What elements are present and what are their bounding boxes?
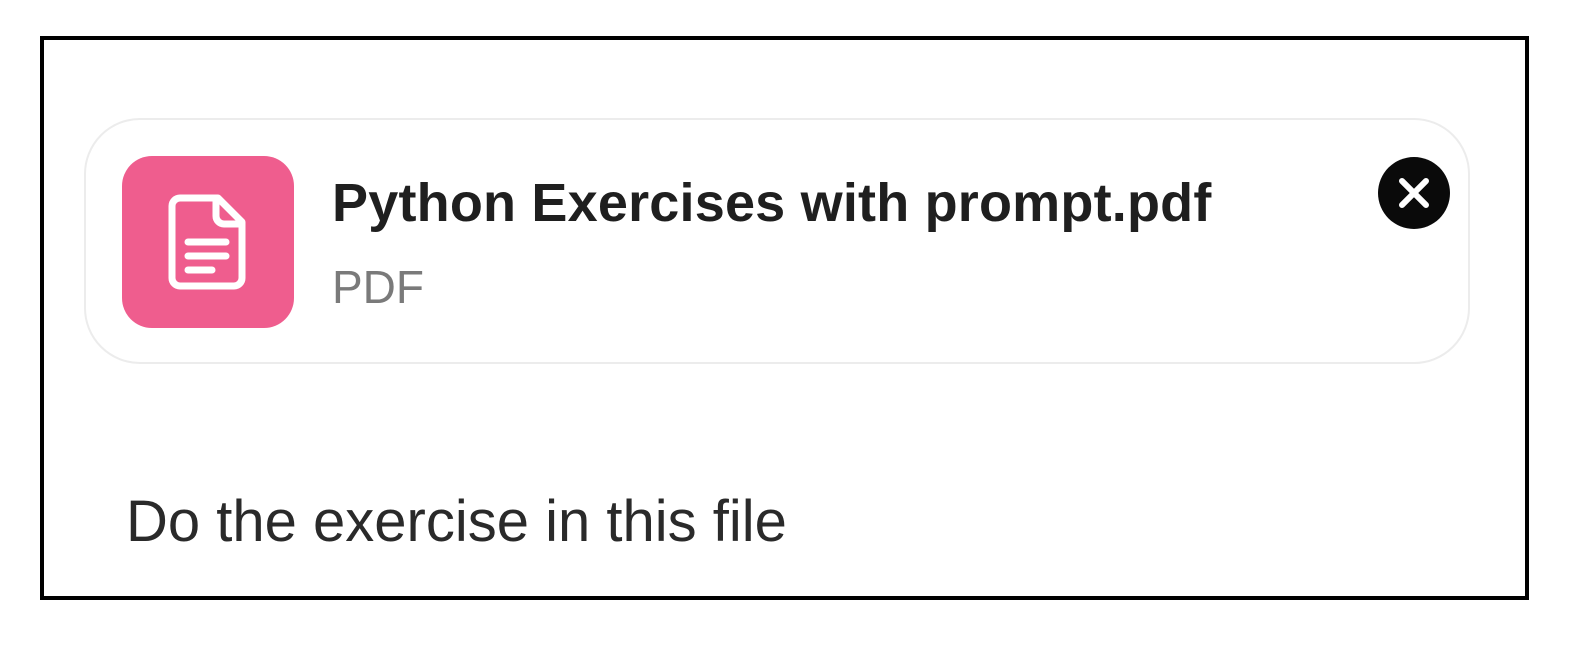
file-name: Python Exercises with prompt.pdf xyxy=(332,173,1212,233)
remove-attachment-button[interactable] xyxy=(1378,157,1450,229)
message-frame: Python Exercises with prompt.pdf PDF Do … xyxy=(40,36,1529,600)
attachment-card[interactable]: Python Exercises with prompt.pdf PDF xyxy=(84,118,1470,364)
file-type-tile xyxy=(122,156,294,328)
close-icon xyxy=(1399,178,1429,208)
document-icon xyxy=(168,194,246,290)
file-type-label: PDF xyxy=(332,261,424,313)
message-text: Do the exercise in this file xyxy=(126,489,787,554)
